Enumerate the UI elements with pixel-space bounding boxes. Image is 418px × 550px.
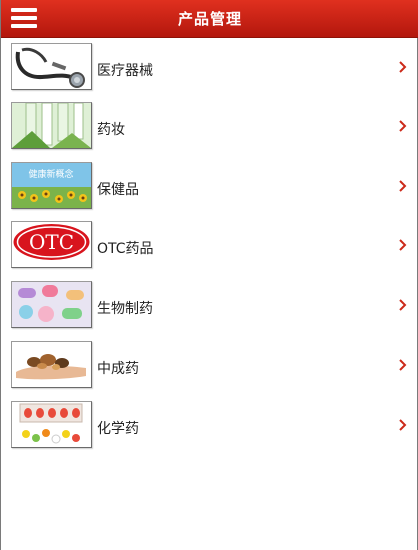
- chevron-right-icon: [399, 180, 407, 192]
- svg-text:OTC: OTC: [29, 230, 74, 254]
- cosmetics-vials-image: [11, 102, 92, 149]
- list-item-health-products[interactable]: 健康新概念 保健品: [1, 159, 418, 217]
- list-item-label: 药妆: [97, 122, 125, 138]
- list-item-label: OTC药品: [97, 241, 154, 257]
- colorful-capsules-image: [11, 281, 92, 328]
- chevron-right-icon: [399, 359, 407, 371]
- list-item-otc-drugs[interactable]: OTC OTC药品: [1, 218, 418, 276]
- list-item-chemical-drugs[interactable]: 化学药: [1, 398, 418, 456]
- chevron-right-icon: [399, 61, 407, 73]
- otc-logo-image: OTC: [11, 221, 92, 268]
- chevron-right-icon: [399, 120, 407, 132]
- stethoscope-image: [11, 43, 92, 90]
- chevron-right-icon: [399, 239, 407, 251]
- header-bar: 产品管理: [1, 0, 418, 38]
- list-item-chinese-patent-medicine[interactable]: 中成药: [1, 338, 418, 396]
- chevron-right-icon: [399, 419, 407, 431]
- list-item-label: 医疗器械: [97, 63, 153, 79]
- chevron-right-icon: [399, 299, 407, 311]
- svg-text:健康新概念: 健康新概念: [28, 168, 73, 180]
- pill-blister-image: [11, 401, 92, 448]
- list-item-label: 保健品: [97, 182, 139, 198]
- list-item-biopharma[interactable]: 生物制药: [1, 278, 418, 336]
- list-item-label: 化学药: [97, 421, 139, 437]
- list-item-medical-devices[interactable]: 医疗器械: [1, 40, 418, 98]
- health-sunflowers-image: 健康新概念: [11, 162, 92, 209]
- list-item-label: 生物制药: [97, 301, 153, 317]
- page-title: 产品管理: [177, 10, 242, 28]
- list-item-label: 中成药: [97, 361, 139, 377]
- list-item-cosmeceuticals[interactable]: 药妆: [1, 99, 418, 157]
- herbs-in-hand-image: [11, 341, 92, 388]
